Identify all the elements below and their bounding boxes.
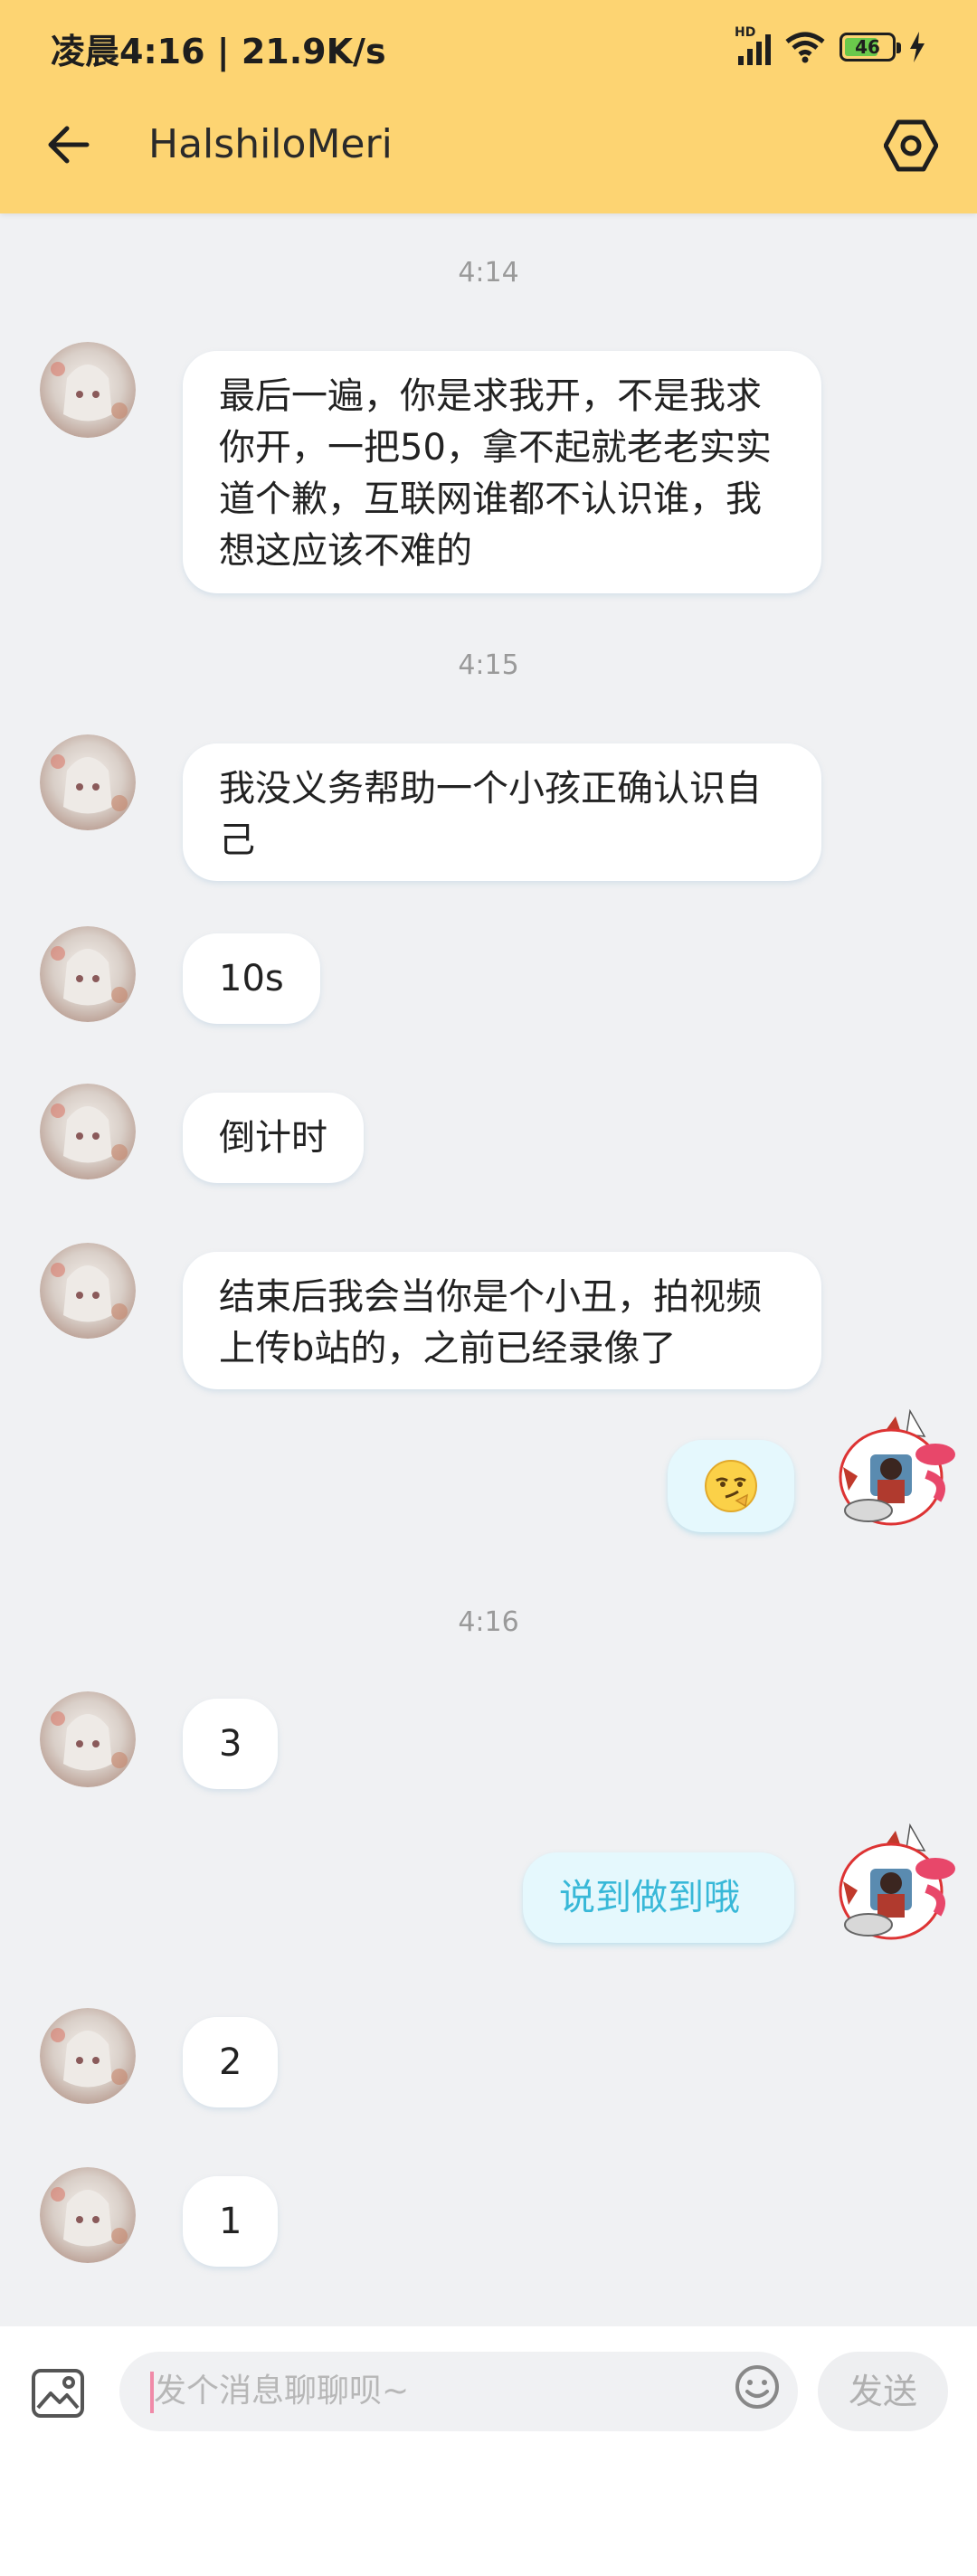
arrow-left-icon bbox=[48, 126, 90, 164]
input-bar: 发个消息聊聊呗~ 发送 bbox=[0, 2326, 977, 2576]
image-button[interactable] bbox=[29, 2364, 87, 2422]
charging-icon bbox=[910, 32, 925, 62]
message-bubble[interactable]: 我没义务帮助一个小孩正确认识自己 bbox=[183, 743, 821, 881]
signal-icon: HD bbox=[735, 25, 771, 65]
chat-title: HalshiloMeri bbox=[148, 121, 393, 167]
back-button[interactable] bbox=[42, 118, 96, 172]
battery-level: 46 bbox=[855, 36, 880, 58]
send-button[interactable]: 发送 bbox=[818, 2352, 948, 2431]
my-avatar[interactable] bbox=[823, 1409, 959, 1545]
contact-avatar[interactable] bbox=[40, 1084, 136, 1179]
hd-label: HD bbox=[735, 25, 756, 40]
status-icons: HD 46 bbox=[735, 25, 926, 67]
message-bubble[interactable]: 结束后我会当你是个小丑，拍视频上传b站的，之前已经录像了 bbox=[183, 1252, 821, 1389]
my-avatar[interactable] bbox=[823, 1823, 959, 1959]
settings-button[interactable] bbox=[881, 116, 941, 175]
timestamp: 4:15 bbox=[458, 649, 519, 681]
message-bubble[interactable]: 最后一遍，你是求我开，不是我求你开，一把50，拿不起就老老实实道个歉，互联网谁都… bbox=[183, 351, 821, 593]
battery-icon: 46 bbox=[839, 33, 901, 62]
message-bubble[interactable]: 1 bbox=[183, 2176, 279, 2267]
message-bubble-mine[interactable]: 说到做到哦 bbox=[523, 1852, 794, 1943]
emoji-button[interactable] bbox=[733, 2363, 782, 2411]
timestamp: 4:16 bbox=[458, 1606, 519, 1638]
wifi-icon bbox=[785, 32, 825, 63]
message-bubble-mine[interactable] bbox=[668, 1440, 794, 1532]
contact-avatar[interactable] bbox=[40, 342, 136, 438]
contact-avatar[interactable] bbox=[40, 1691, 136, 1787]
smirk-emoji bbox=[705, 1460, 757, 1512]
contact-avatar[interactable] bbox=[40, 734, 136, 830]
smiley-icon bbox=[735, 2365, 779, 2409]
contact-avatar[interactable] bbox=[40, 1243, 136, 1339]
contact-avatar[interactable] bbox=[40, 2167, 136, 2263]
message-bubble[interactable]: 10s bbox=[183, 933, 320, 1024]
status-bar: 凌晨4:16 | 21.9K/s HD 46 bbox=[0, 0, 977, 90]
contact-avatar[interactable] bbox=[40, 2008, 136, 2104]
message-bubble[interactable]: 2 bbox=[183, 2017, 279, 2107]
timestamp: 4:14 bbox=[458, 257, 519, 289]
image-icon bbox=[32, 2369, 84, 2418]
hexagon-gear-icon bbox=[884, 119, 938, 172]
message-placeholder: 发个消息聊聊呗~ bbox=[154, 2372, 410, 2410]
message-bubble[interactable]: 倒计时 bbox=[183, 1093, 364, 1183]
app-header: 凌晨4:16 | 21.9K/s HD 46 HalshiloMeri bbox=[0, 0, 977, 213]
contact-avatar[interactable] bbox=[40, 926, 136, 1022]
message-input[interactable]: 发个消息聊聊呗~ bbox=[119, 2352, 798, 2431]
status-time: 凌晨4:16 | 21.9K/s bbox=[51, 32, 386, 71]
nav-bar: HalshiloMeri bbox=[0, 99, 977, 190]
message-bubble[interactable]: 3 bbox=[183, 1699, 279, 1789]
